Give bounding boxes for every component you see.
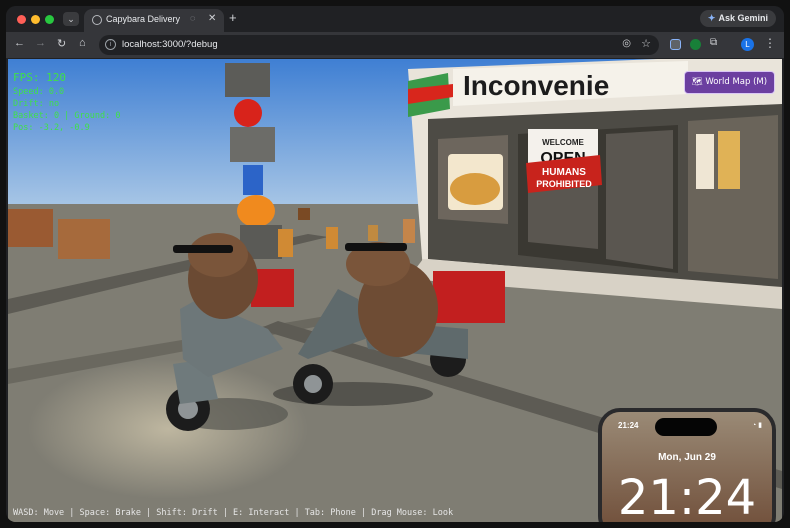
phone-widget[interactable]: 21:24 ◔ ▮ Mon, Jun 29 21:24 xyxy=(598,408,776,522)
tower-block xyxy=(225,63,270,97)
fps-counter: FPS: 120 xyxy=(13,71,66,84)
close-window-button[interactable] xyxy=(17,15,26,24)
dynamic-island xyxy=(655,418,717,436)
tower-block xyxy=(230,127,275,162)
capybara-head xyxy=(188,233,248,277)
extension-icon-2[interactable] xyxy=(690,39,701,50)
tower-ball xyxy=(234,99,262,127)
maximize-window-button[interactable] xyxy=(45,15,54,24)
burger-icon xyxy=(450,173,500,205)
store-door-right xyxy=(606,130,673,269)
controls-hint: WASD: Move | Space: Brake | Shift: Drift… xyxy=(13,508,454,518)
tab-strip: ⌄ Capybara Delivery ◌ ✕ + ✦ Ask Gemini xyxy=(6,6,784,32)
address-bar[interactable]: i localhost:3000/?debug ◎ ☆ xyxy=(99,35,659,55)
sunglasses-icon xyxy=(345,243,407,251)
crate xyxy=(8,209,53,247)
crate xyxy=(403,219,415,243)
speed-readout: Speed: 0.0 xyxy=(13,87,65,97)
browser-window: ⌄ Capybara Delivery ◌ ✕ + ✦ Ask Gemini ← … xyxy=(6,6,784,522)
globe-icon xyxy=(92,15,102,25)
crate xyxy=(326,227,338,249)
phone-date: Mon, Jun 29 xyxy=(658,452,716,463)
crate xyxy=(298,208,310,220)
eye-slash-icon[interactable]: ◎ xyxy=(622,38,631,49)
prohibited-line1: HUMANS xyxy=(542,167,586,178)
ask-gemini-label: Ask Gemini xyxy=(718,13,768,23)
crate xyxy=(368,225,378,241)
extension-icon-1[interactable] xyxy=(670,39,681,50)
store-sign-text: Inconvenie xyxy=(463,70,609,101)
ask-gemini-button[interactable]: ✦ Ask Gemini xyxy=(699,10,776,27)
sunglasses-icon xyxy=(173,245,233,253)
menu-kebab-icon[interactable]: ⋮ xyxy=(764,36,776,50)
position-readout: Pos: -3.2, -0.9 xyxy=(13,123,90,133)
game-viewport[interactable]: Inconvenie WELCOME OPEN HUMANS PROHIBITE… xyxy=(8,59,782,522)
minimize-window-button[interactable] xyxy=(31,15,40,24)
site-info-icon[interactable]: i xyxy=(105,39,116,50)
store-poster xyxy=(718,131,740,189)
reload-icon[interactable]: ↻ xyxy=(57,37,66,50)
mute-tab-icon[interactable]: ◌ xyxy=(190,13,195,23)
phone-status-icons: ◔ ▮ xyxy=(751,422,762,429)
world-map-button[interactable]: 🗺 World Map (M) xyxy=(684,71,775,94)
drift-readout: Drift: no xyxy=(13,99,60,109)
prohibited-line2: PROHIBITED xyxy=(536,179,592,189)
profile-avatar[interactable]: L xyxy=(741,38,754,51)
gemini-sparkle-icon: ✦ xyxy=(707,13,716,23)
welcome-text: WELCOME xyxy=(542,138,584,147)
phone-status-time: 21:24 xyxy=(618,421,639,430)
tab-search-chevron-icon[interactable]: ⌄ xyxy=(63,12,79,26)
back-arrow-icon[interactable]: ← xyxy=(14,37,25,49)
tower-block xyxy=(278,229,293,257)
crate xyxy=(58,219,110,259)
home-icon[interactable]: ⌂ xyxy=(79,37,86,49)
close-tab-icon[interactable]: ✕ xyxy=(208,13,216,24)
phone-clock: 21:24 xyxy=(617,470,757,522)
extensions-puzzle-icon[interactable]: ⧉ xyxy=(710,37,721,48)
tab-title: Capybara Delivery xyxy=(106,14,181,24)
bookmark-star-icon[interactable]: ☆ xyxy=(641,37,651,50)
headlight-spot xyxy=(28,359,308,499)
basket-ground-readout: Basket: 0 | Ground: 0 xyxy=(13,111,121,121)
browser-toolbar: ← → ↻ ⌂ i localhost:3000/?debug ◎ ☆ ⧉ L … xyxy=(6,32,784,58)
tower-can xyxy=(243,165,263,195)
tab-capybara-delivery[interactable]: Capybara Delivery ◌ ✕ xyxy=(84,9,224,32)
store-poster xyxy=(696,134,714,189)
scooter-hub xyxy=(304,375,322,393)
url-text[interactable]: localhost:3000/?debug xyxy=(122,39,218,50)
forward-arrow-icon[interactable]: → xyxy=(35,37,46,49)
new-tab-button[interactable]: + xyxy=(229,10,237,25)
delivery-box xyxy=(433,271,505,323)
tower-ball xyxy=(237,195,275,227)
